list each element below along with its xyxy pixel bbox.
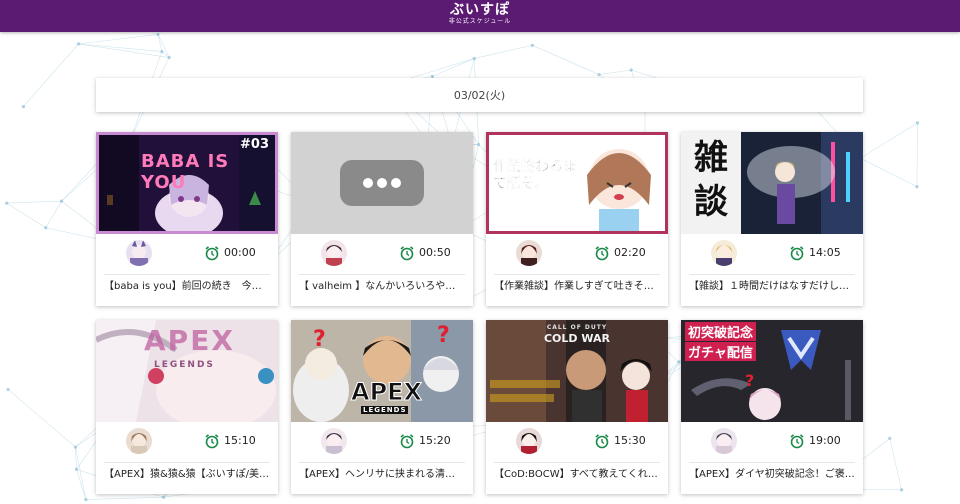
thumbnail-title: 初突破記念 <box>685 322 757 341</box>
stream-time: 02:20 <box>614 246 646 259</box>
stream-title[interactable]: 【 valheim 】なんかいろいろやる… <box>299 277 465 297</box>
card-divider <box>689 274 855 275</box>
card-divider <box>494 274 660 275</box>
thumbnail-subtitle: LEGENDS <box>154 360 215 370</box>
stream-card[interactable]: CALL OF DUTY COLD WAR 15:30 【CoD:BOCW】すべ… <box>486 320 668 494</box>
stream-thumbnail[interactable]: BABA IS YOU #03 <box>96 132 278 234</box>
thumbnail-title: COLD WAR <box>543 332 611 345</box>
avatar[interactable] <box>126 240 152 266</box>
stream-card[interactable]: 雑談 14:05 【雑談】１時間だけはなすだけし… <box>681 132 863 306</box>
card-divider <box>689 462 855 463</box>
stream-card[interactable]: BABA IS YOU #03 00:00 【baba is you】前回の続き… <box>96 132 278 306</box>
stream-time: 15:30 <box>614 434 646 447</box>
card-divider <box>299 462 465 463</box>
stream-title[interactable]: 【APEX】ダイヤ初突破記念！ご褒… <box>689 465 855 485</box>
stream-thumbnail[interactable] <box>291 132 473 234</box>
avatar[interactable] <box>321 428 347 454</box>
stream-title[interactable]: 【作業雑談】作業しすぎて吐きそ… <box>494 277 660 297</box>
stream-thumbnail[interactable]: 作業終わるまで話そ。 <box>486 132 668 234</box>
thumbnail-title: BABA IS YOU <box>141 151 230 193</box>
stream-card[interactable]: 00:50 【 valheim 】なんかいろいろやる… <box>291 132 473 306</box>
thumbnail-badge: #03 <box>240 137 269 152</box>
stream-card[interactable]: APEX LEGENDS 15:10 【APEX】猿&猿&猿【ぶいすぽ/美… <box>96 320 278 494</box>
svg-text:?: ? <box>313 327 326 352</box>
alarm-clock-icon <box>400 246 414 261</box>
card-divider <box>299 274 465 275</box>
thumbnail-subtitle: LEGENDS <box>361 406 409 414</box>
stream-thumbnail[interactable]: CALL OF DUTY COLD WAR <box>486 320 668 422</box>
thumbnail-title: 作業終わるまで話そ。 <box>493 159 577 192</box>
stream-thumbnail[interactable]: ? 初突破記念 ガチャ配信 <box>681 320 863 422</box>
alarm-clock-icon <box>205 434 219 449</box>
alarm-clock-icon <box>400 434 414 449</box>
avatar[interactable] <box>126 428 152 454</box>
stream-title[interactable]: 【CoD:BOCW】すべて教えてくれ… <box>494 465 660 485</box>
alarm-clock-icon <box>595 246 609 261</box>
more-horizontal-icon <box>291 132 473 234</box>
alarm-clock-icon <box>790 246 804 261</box>
thumbnail-subtitle: CALL OF DUTY <box>546 324 608 331</box>
avatar[interactable] <box>516 428 542 454</box>
header-bar: ぶいすぽ 非公式スケジュール <box>0 0 960 32</box>
date-label: 03/02(火) <box>453 89 506 102</box>
stream-time: 00:50 <box>419 246 451 259</box>
svg-text:?: ? <box>437 323 450 348</box>
logo-subtitle: 非公式スケジュール <box>448 18 512 25</box>
stream-time: 00:00 <box>224 246 256 259</box>
stream-title[interactable]: 【雑談】１時間だけはなすだけし… <box>689 277 855 297</box>
stream-thumbnail[interactable]: 雑談 <box>681 132 863 234</box>
svg-text:?: ? <box>745 371 754 390</box>
stream-title[interactable]: 【baba is you】前回の続き 今日… <box>104 277 270 297</box>
card-divider <box>494 462 660 463</box>
stream-card[interactable]: ? ? APEX LEGENDS 15:20 【APEX】ヘンリサに挟まれる清楚… <box>291 320 473 494</box>
thumbnail-title: 雑談 <box>694 138 728 222</box>
card-divider <box>104 462 270 463</box>
alarm-clock-icon <box>595 434 609 449</box>
thumbnail-title: APEX <box>144 324 235 357</box>
stream-thumbnail[interactable]: APEX LEGENDS <box>96 320 278 422</box>
stream-card[interactable]: ? 初突破記念 ガチャ配信 19:00 【APEX】ダイヤ初突破記念！ご褒… <box>681 320 863 494</box>
thumbnail-subtitle: ガチャ配信 <box>685 342 756 361</box>
site-logo[interactable]: ぶいすぽ 非公式スケジュール <box>0 2 960 26</box>
stream-thumbnail[interactable]: ? ? APEX LEGENDS <box>291 320 473 422</box>
avatar[interactable] <box>711 428 737 454</box>
alarm-clock-icon <box>790 434 804 449</box>
stream-time: 15:10 <box>224 434 256 447</box>
stream-title[interactable]: 【APEX】猿&猿&猿【ぶいすぽ/美… <box>104 465 270 485</box>
thumbnail-title: APEX <box>350 378 423 407</box>
alarm-clock-icon <box>205 246 219 261</box>
avatar[interactable] <box>321 240 347 266</box>
stream-title[interactable]: 【APEX】ヘンリサに挟まれる清楚… <box>299 465 465 485</box>
stream-card[interactable]: 作業終わるまで話そ。 02:20 【作業雑談】作業しすぎて吐きそ… <box>486 132 668 306</box>
card-divider <box>104 274 270 275</box>
logo-title: ぶいすぽ <box>450 2 510 18</box>
avatar[interactable] <box>711 240 737 266</box>
date-header: 03/02(火) <box>96 78 863 112</box>
avatar[interactable] <box>516 240 542 266</box>
stream-time: 19:00 <box>809 434 841 447</box>
stream-time: 14:05 <box>809 246 841 259</box>
stream-time: 15:20 <box>419 434 451 447</box>
